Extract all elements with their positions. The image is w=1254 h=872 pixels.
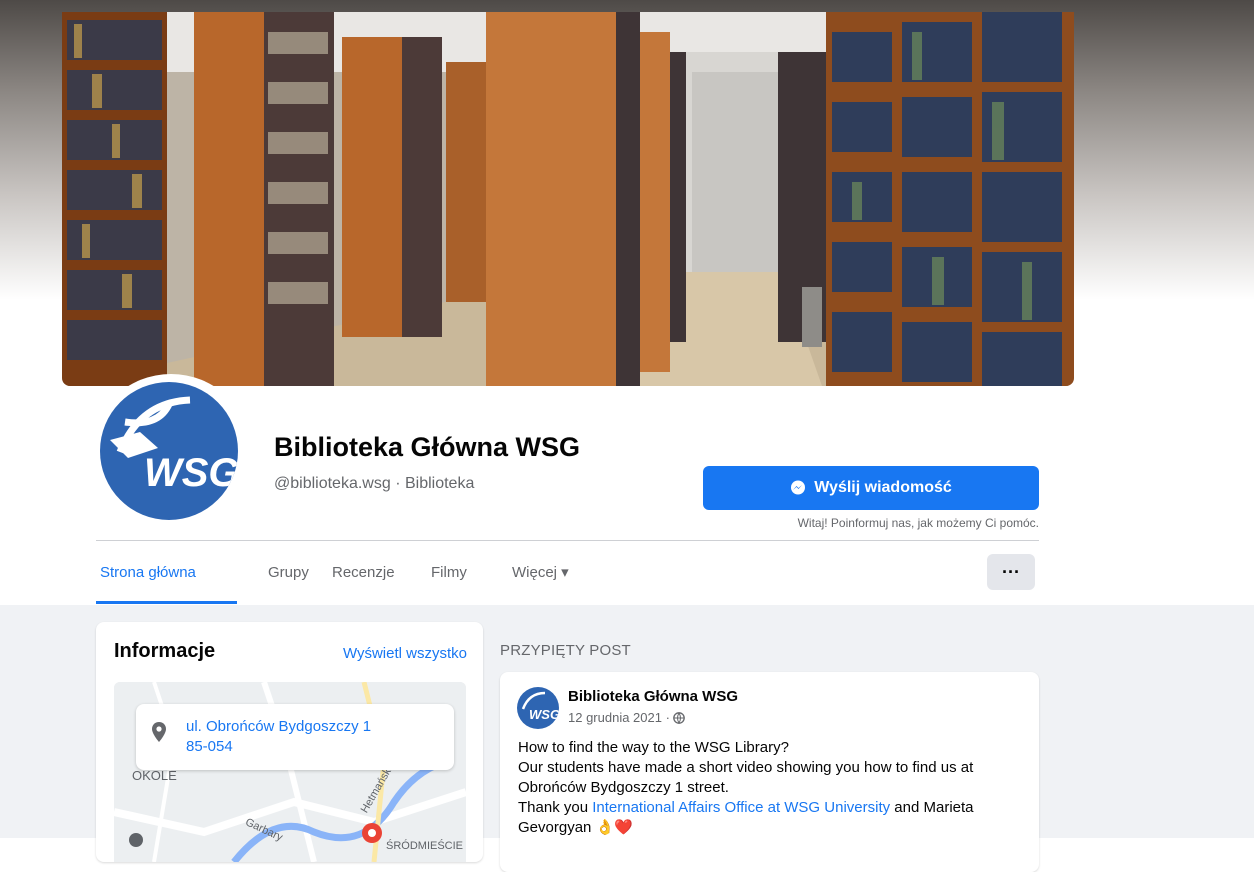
tab-groups[interactable]: Grupy — [268, 541, 309, 601]
post-line: Our students have made a short video sho… — [518, 759, 974, 776]
page-handle-category: @biblioteka.wsg · Biblioteka — [274, 475, 475, 492]
post-thanks-line: Thank you International Affairs Office a… — [518, 798, 1023, 818]
page-avatar[interactable]: WSG — [92, 374, 250, 526]
post-meta: 12 grudnia 2021 · — [568, 710, 685, 725]
more-options-button[interactable]: ··· — [987, 554, 1035, 590]
messenger-icon — [791, 480, 806, 495]
map-label-srodmiescie: ŚRÓDMIEŚCIE — [386, 840, 464, 852]
svg-text:WSG: WSG — [144, 451, 238, 495]
more-dots-icon: ··· — [1002, 562, 1020, 582]
view-all-link[interactable]: Wyświetl wszystko — [343, 645, 467, 662]
info-card: Informacje Wyświetl wszystko OKOLE Garba… — [96, 622, 483, 862]
pinned-post-heading: PRZYPIĘTY POST — [500, 642, 631, 659]
active-tab-indicator — [96, 601, 237, 604]
post-author-name[interactable]: Biblioteka Główna WSG — [568, 688, 738, 705]
post-line: Obrońców Bydgoszczy 1 street. — [518, 779, 729, 796]
globe-icon — [673, 711, 685, 724]
send-message-button[interactable]: Wyślij wiadomość — [703, 466, 1039, 510]
post-line: How to find the way to the WSG Library? — [518, 739, 789, 756]
message-hint: Witaj! Poinformuj nas, jak możemy Ci pom… — [797, 516, 1039, 530]
page-tabs: Strona główna Grupy Recenzje Filmy Więce… — [96, 541, 1039, 605]
thanks-prefix: Thank you — [518, 799, 593, 816]
address-postal[interactable]: 85-054 — [186, 738, 233, 755]
address-box[interactable]: ul. Obrońców Bydgoszczy 1 85-054 — [136, 704, 454, 770]
tab-videos[interactable]: Filmy — [431, 541, 467, 601]
pinned-post-card: WSG Biblioteka Główna WSG 12 grudnia 202… — [500, 672, 1039, 872]
post-line: Gevorgyan 👌❤️ — [518, 819, 633, 836]
info-title: Informacje — [114, 640, 216, 662]
post-date[interactable]: 12 grudnia 2021 · — [568, 710, 670, 725]
cover-photo — [62, 12, 1074, 386]
page-title: Biblioteka Główna WSG — [274, 432, 581, 462]
location-map[interactable]: OKOLE Garbary Hetmańska ŚRÓDMIEŚCIE ul. … — [114, 682, 466, 862]
map-label-okole: OKOLE — [132, 768, 177, 783]
address-street[interactable]: ul. Obrońców Bydgoszczy 1 — [186, 718, 371, 735]
office-link[interactable]: International Affairs Office at WSG Univ… — [592, 799, 890, 816]
wsg-logo-icon: WSG — [110, 396, 238, 495]
wsg-logo-icon: WSG — [521, 691, 559, 722]
post-author-avatar[interactable]: WSG — [517, 687, 559, 729]
post-body: How to find the way to the WSG Library? … — [518, 738, 1023, 838]
thanks-suffix: and Marieta — [890, 799, 974, 816]
send-message-label: Wyślij wiadomość — [814, 479, 952, 496]
tab-more[interactable]: Więcej ▾ — [512, 541, 569, 601]
svg-text:WSG: WSG — [529, 707, 559, 722]
tab-reviews[interactable]: Recenzje — [332, 541, 395, 601]
location-pin-icon — [152, 722, 166, 742]
tab-home[interactable]: Strona główna — [100, 541, 196, 601]
